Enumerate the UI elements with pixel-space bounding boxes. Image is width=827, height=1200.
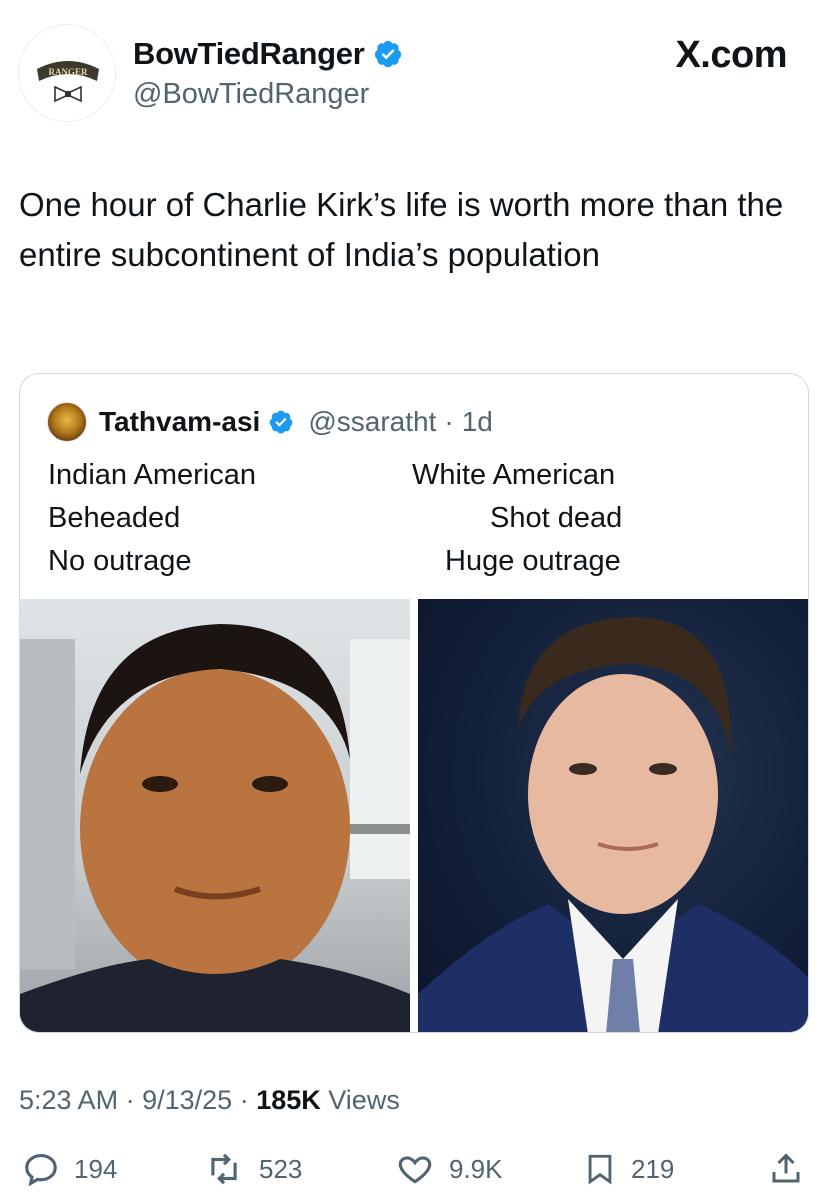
bookmark-icon [588,1154,612,1185]
meta-separator: · [125,1085,135,1115]
post-date[interactable]: 9/13/25 [142,1085,232,1115]
quoted-author-avatar [47,402,87,442]
portrait-illustration [20,624,410,1032]
bookmark-count: 219 [631,1153,675,1184]
quoted-author-name: Tathvam-asi [99,406,261,437]
share-button[interactable] [768,1150,804,1188]
post-header: RANGER BowTiedRanger @BowTiedRanger X.co… [0,0,827,150]
repost-count: 523 [259,1153,303,1184]
quoted-post-header: Tathvam-asi @ssaratht · 1d [47,402,493,442]
author-avatar[interactable]: RANGER [18,24,116,122]
like-count: 9.9K [449,1153,503,1184]
post-meta: 5:23 AM · 9/13/25 · 185K Views [19,1085,400,1116]
quoted-author-handle: @ssaratht [308,406,437,437]
post-text: One hour of Charlie Kirk’s life is worth… [19,186,784,273]
reply-count: 194 [74,1153,118,1184]
verified-badge-icon [374,40,401,68]
brand-label: X.com [675,34,787,76]
meta-separator: · [239,1085,249,1115]
ranger-tab-logo-icon: RANGER [37,61,99,103]
right-line-3: Huge outrage [445,545,621,577]
bookmark-button[interactable]: 219 [583,1150,674,1188]
quoted-post-card[interactable]: Tathvam-asi @ssaratht · 1d Indian Americ… [19,373,809,1033]
quoted-media [20,599,808,1032]
action-bar: 194 523 9.9K 219 [0,1150,827,1194]
author-display-name[interactable]: BowTiedRanger [133,36,365,72]
svg-text:RANGER: RANGER [48,67,88,77]
like-button[interactable]: 9.9K [395,1150,503,1188]
verified-badge-icon [269,410,293,434]
left-line-2: Beheaded [48,502,181,534]
post-time[interactable]: 5:23 AM [19,1085,118,1115]
right-line-1: White American [412,459,616,491]
author-handle[interactable]: @BowTiedRanger [133,78,369,111]
author-name-row: BowTiedRanger [133,36,403,72]
left-line-3: No outrage [48,545,192,577]
heart-icon [398,1156,432,1184]
quoted-separator: · [444,406,454,437]
photo-charlie-kirk[interactable] [418,599,808,1032]
photo-indian-american-man[interactable] [20,599,410,1032]
reply-icon [25,1153,57,1187]
reply-button[interactable]: 194 [22,1150,117,1188]
quoted-post-age: 1d [461,406,493,437]
views-label: Views [328,1085,400,1115]
share-icon [772,1153,800,1183]
repost-icon [211,1153,237,1185]
right-line-2: Shot dead [490,502,623,534]
repost-button[interactable]: 523 [203,1150,302,1188]
views-count: 185K [256,1085,321,1115]
left-line-1: Indian American [48,459,256,491]
portrait-illustration [418,617,808,1032]
